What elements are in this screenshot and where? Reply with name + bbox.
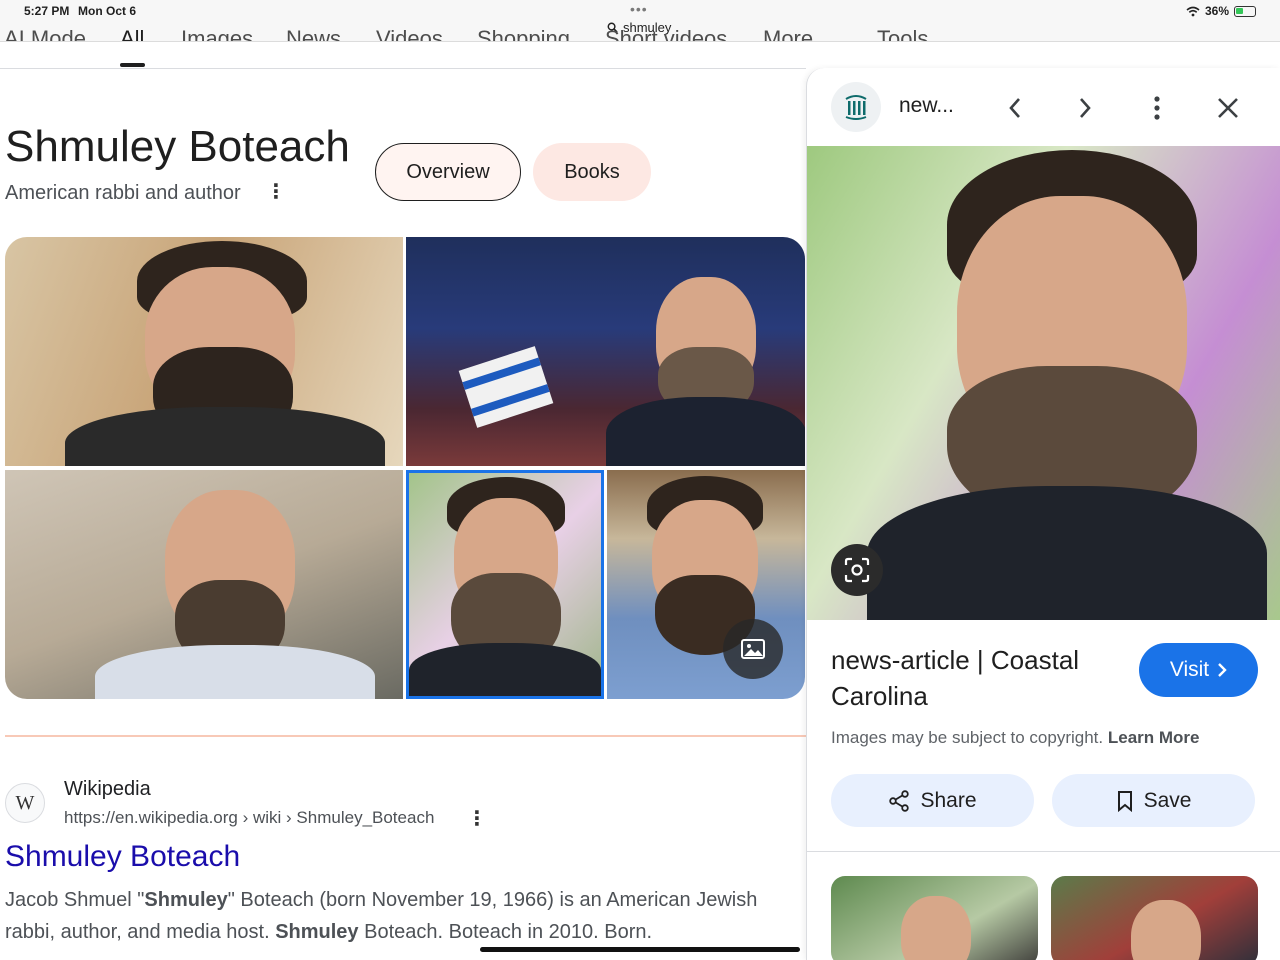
image-preview-panel: new... news-article | Coastal Carolina V… <box>806 68 1280 960</box>
result-snippet: Jacob Shmuel "Shmuley" Boteach (born Nov… <box>5 884 805 948</box>
tab-tools[interactable]: Tools <box>877 26 928 41</box>
flag-image <box>458 346 554 428</box>
entity-subtitle: American rabbi and author <box>5 182 241 204</box>
active-tab-indicator <box>120 63 145 67</box>
chevron-right-icon <box>1080 98 1091 118</box>
tab-news[interactable]: News <box>286 26 341 41</box>
share-button[interactable]: Share <box>831 774 1034 827</box>
status-bar: 5:27 PM Mon Oct 6 ••• shmuley 36% AI Mod… <box>0 0 1280 42</box>
next-image-button[interactable] <box>1067 90 1103 126</box>
image-source-title[interactable]: news-article | Coastal Carolina <box>831 642 1131 714</box>
section-divider <box>5 735 806 737</box>
status-date: Mon Oct 6 <box>78 4 137 18</box>
close-icon <box>1218 98 1238 118</box>
tab-ai-mode[interactable]: AI Mode <box>4 26 86 41</box>
bookmark-icon <box>1117 790 1132 812</box>
multitasking-dots-icon[interactable]: ••• <box>630 1 648 17</box>
site-name[interactable]: new... <box>899 94 954 118</box>
tab-videos[interactable]: Videos <box>376 26 443 41</box>
battery-icon <box>1234 5 1256 17</box>
share-icon <box>889 789 910 812</box>
result-more-options-icon[interactable]: ⋮ <box>467 806 487 832</box>
tab-all[interactable]: All <box>120 26 144 41</box>
save-button[interactable]: Save <box>1052 774 1255 827</box>
save-label: Save <box>1143 788 1192 812</box>
home-indicator[interactable] <box>480 947 800 952</box>
image-gallery-button[interactable] <box>723 619 783 679</box>
snippet-text: Jacob Shmuel " <box>5 889 145 911</box>
related-image-1[interactable] <box>831 876 1038 960</box>
lens-search-button[interactable] <box>831 544 883 596</box>
tab-more[interactable]: More <box>763 26 813 41</box>
related-image-2[interactable] <box>1051 876 1258 960</box>
tab-images[interactable]: Images <box>181 26 253 41</box>
snippet-text: Boteach. Boteach in 2010. Born. <box>358 921 653 943</box>
site-favicon-icon[interactable] <box>831 82 881 132</box>
share-label: Share <box>920 788 977 812</box>
tab-short-videos[interactable]: Short videos <box>605 26 727 41</box>
learn-more-link[interactable]: Learn More <box>1108 728 1200 747</box>
snippet-highlight: Shmuley <box>144 889 228 911</box>
copyright-text: Images may be subject to copyright. <box>831 728 1104 747</box>
search-tabs: AI Mode All Images News Videos Shopping … <box>0 26 960 41</box>
status-indicators: 36% <box>1186 4 1256 18</box>
visit-button[interactable]: Visit <box>1139 643 1258 697</box>
preview-image[interactable] <box>807 146 1280 620</box>
previous-image-button[interactable] <box>997 90 1033 126</box>
chip-overview[interactable]: Overview <box>375 143 521 201</box>
copyright-notice: Images may be subject to copyright. Lear… <box>831 728 1200 748</box>
battery-percent: 36% <box>1204 4 1229 18</box>
chevron-left-icon <box>1009 98 1020 118</box>
image-result-2[interactable] <box>406 237 805 466</box>
result-source[interactable]: Wikipedia <box>64 778 151 801</box>
image-result-3[interactable] <box>5 470 403 699</box>
chip-books[interactable]: Books <box>533 143 651 201</box>
panel-divider <box>807 851 1280 852</box>
visit-label: Visit <box>1169 658 1210 681</box>
entity-title: Shmuley Boteach <box>5 122 350 171</box>
camera-lens-icon <box>844 557 870 583</box>
image-gallery-icon <box>741 639 765 659</box>
result-url[interactable]: https://en.wikipedia.org › wiki › Shmule… <box>64 808 434 828</box>
tab-shopping[interactable]: Shopping <box>477 26 570 41</box>
snippet-highlight: Shmuley <box>275 921 359 943</box>
entity-more-options-icon[interactable]: ⋮ <box>266 180 286 204</box>
panel-more-options-icon[interactable] <box>1139 90 1175 126</box>
image-result-4-selected[interactable] <box>406 470 604 699</box>
wikipedia-logo-icon[interactable]: W <box>5 783 45 823</box>
result-title-link[interactable]: Shmuley Boteach <box>5 840 240 874</box>
wifi-icon <box>1186 6 1200 16</box>
chevron-right-icon <box>1218 663 1227 677</box>
image-result-1[interactable] <box>5 237 403 466</box>
columns-logo-icon <box>845 95 867 120</box>
tabs-divider <box>0 68 806 69</box>
close-panel-button[interactable] <box>1210 90 1246 126</box>
status-time: 5:27 PM <box>24 4 70 18</box>
